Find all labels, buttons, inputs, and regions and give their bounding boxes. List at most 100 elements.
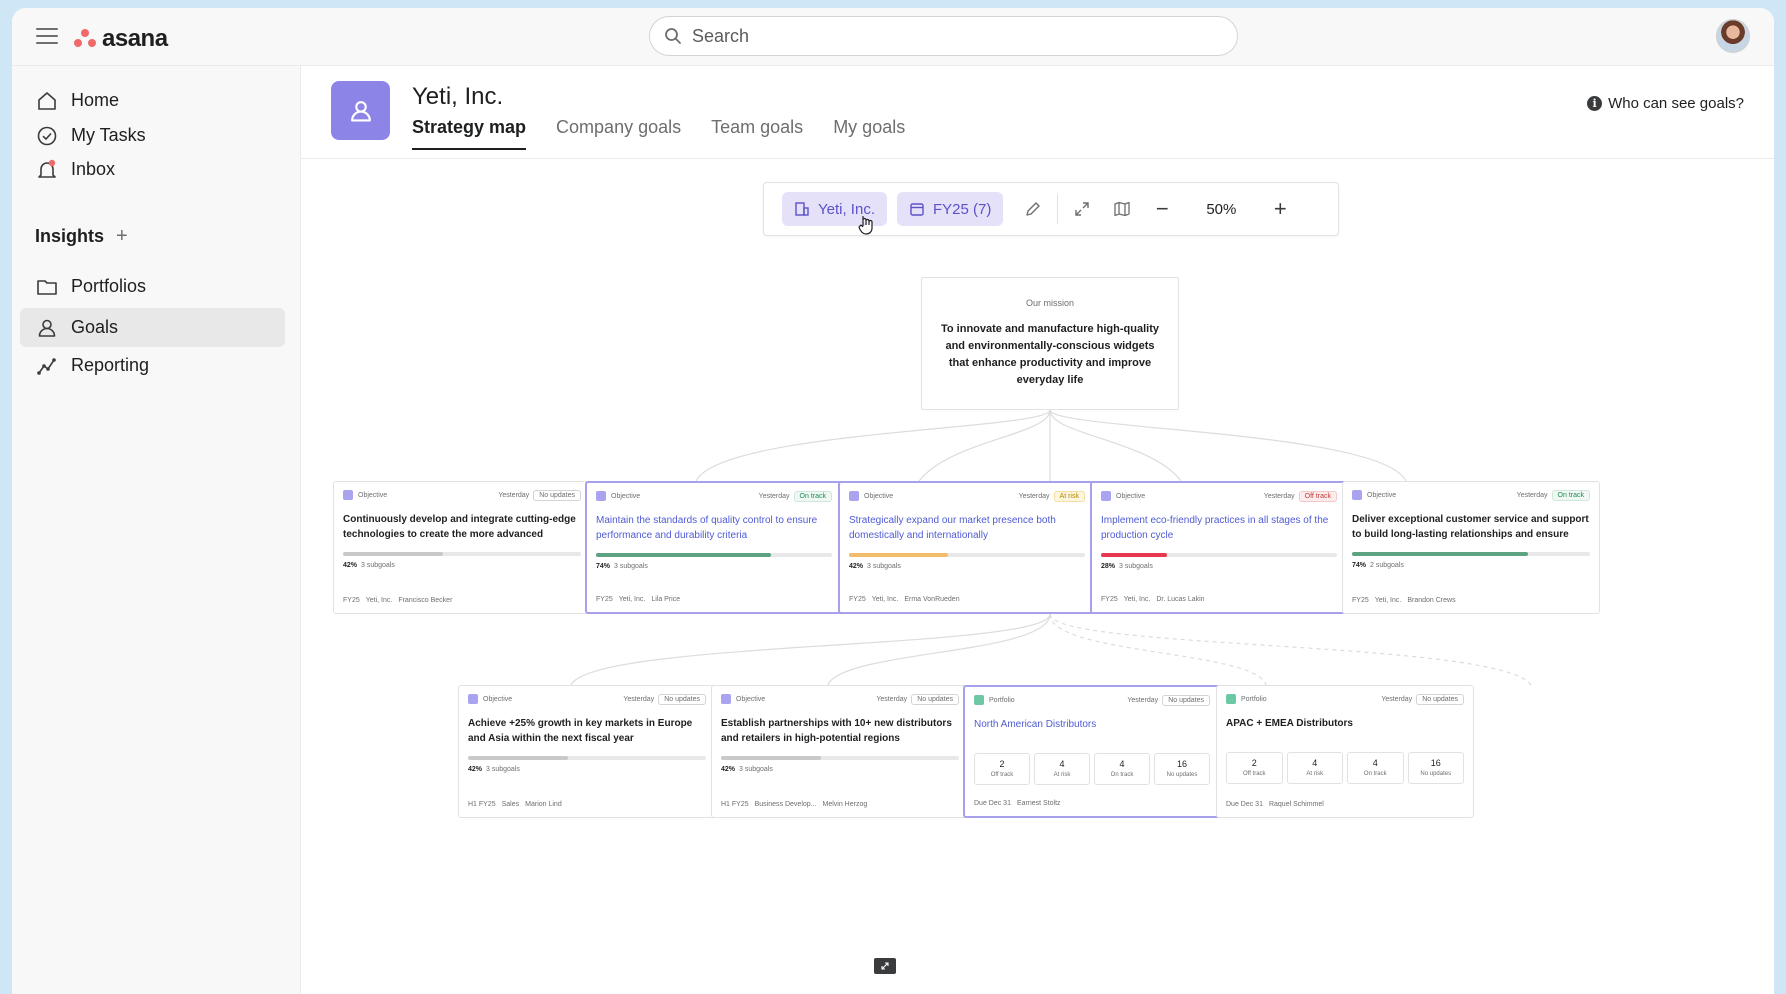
goal-owner: Marion Lind	[525, 801, 562, 808]
goal-period: H1 FY25	[468, 801, 496, 808]
sidebar-item-portfolios[interactable]: Portfolios	[20, 267, 285, 306]
tab-team-goals[interactable]: Team goals	[711, 111, 803, 150]
objective-icon	[1101, 491, 1111, 501]
goal-period: FY25	[596, 596, 613, 603]
sidebar-item-home[interactable]: Home	[20, 81, 285, 120]
chart-line-icon	[35, 354, 59, 378]
tab-my-goals[interactable]: My goals	[833, 111, 905, 150]
progress-fill	[849, 553, 949, 557]
expand-button[interactable]	[1062, 192, 1102, 226]
insights-label: Insights	[35, 226, 105, 246]
stat-label: On track	[1110, 772, 1134, 778]
sidebar-item-label: Inbox	[71, 159, 116, 179]
goal-card[interactable]: Objective Yesterday Off track Implement eco…	[1090, 481, 1348, 614]
asana-logo-icon	[74, 29, 96, 49]
status-badge: No updates	[1416, 693, 1464, 705]
card-footer: FY25 Yeti, Inc. Dr. Lucas Lakin	[1101, 596, 1205, 603]
portfolio-owner: Raquel Schimmel	[1268, 801, 1324, 808]
goal-period: H1 FY25	[721, 801, 749, 808]
collapse-branch-button[interactable]	[874, 958, 896, 974]
goal-owner: Lila Price	[651, 596, 681, 603]
subgoal-count: 3 subgoals	[739, 766, 773, 773]
insights-section-header: Insights +	[35, 225, 128, 248]
search-bar[interactable]	[649, 16, 1238, 56]
stat-box: 16 No updates	[1154, 753, 1210, 785]
zoom-out-button[interactable]: −	[1142, 192, 1182, 226]
map-icon	[1114, 201, 1130, 217]
sidebar-item-reporting[interactable]: Reporting	[20, 346, 285, 385]
connector-line	[570, 613, 1051, 686]
app-window: asana Home My Tasks Inbox Insights + Por…	[12, 8, 1774, 994]
hamburger-menu-icon[interactable]	[36, 28, 58, 46]
goal-card[interactable]: Objective Yesterday No updates Achieve +25%…	[458, 685, 716, 818]
period-filter-chip[interactable]: FY25 (7)	[896, 192, 1004, 226]
stat-number: 4	[1312, 758, 1318, 768]
portfolio-card[interactable]: Portfolio Yesterday No updates North Americ…	[963, 685, 1221, 818]
stat-box: 2 Off track	[1226, 752, 1283, 784]
info-icon: i	[1587, 96, 1603, 111]
card-footer: H1 FY25 Sales Marion Lind	[468, 801, 562, 808]
card-footer: FY25 Yeti, Inc. Brandon Crews	[1352, 597, 1456, 604]
stat-label: No updates	[1420, 771, 1452, 777]
collapse-icon	[881, 962, 889, 970]
map-view-button[interactable]	[1102, 192, 1142, 226]
goal-team: Yeti, Inc.	[871, 596, 899, 603]
tab-company-goals[interactable]: Company goals	[556, 111, 681, 150]
status-badge: No updates	[1162, 694, 1210, 706]
sidebar-item-goals[interactable]: Goals	[20, 308, 285, 347]
status-badge: At risk	[1053, 490, 1085, 502]
mission-card[interactable]: Our mission To innovate and manufacture …	[921, 277, 1179, 410]
progress-percent: 42%	[721, 766, 736, 773]
card-type: Objective	[483, 695, 513, 703]
card-updated-time: Yesterday	[1381, 695, 1413, 703]
sidebar-item-inbox[interactable]: Inbox	[20, 150, 285, 189]
goal-title: Deliver exceptional customer service and…	[1352, 514, 1589, 540]
objective-icon	[596, 491, 606, 501]
search-input[interactable]	[692, 25, 1192, 47]
card-header: Objective Yesterday On track	[596, 489, 832, 503]
goal-card[interactable]: Objective Yesterday On track Maintain the s…	[585, 481, 843, 614]
user-avatar[interactable]	[1716, 19, 1750, 53]
period-chip-label: FY25 (7)	[932, 200, 992, 218]
edit-map-button[interactable]	[1013, 192, 1053, 226]
progress-percent: 74%	[596, 563, 611, 570]
card-updated-time: Yesterday	[1263, 492, 1295, 500]
goal-card[interactable]: Objective Yesterday At risk Strategically e…	[838, 481, 1096, 614]
progress-fill	[1352, 552, 1529, 556]
goal-card[interactable]: Objective Yesterday No updates Continuously…	[333, 481, 591, 614]
card-type: Portfolio	[1241, 695, 1267, 703]
goal-team: Business Develop...	[754, 801, 817, 808]
status-badge: On track	[1551, 489, 1590, 501]
card-type: Objective	[1367, 491, 1397, 499]
goal-period: FY25	[849, 596, 866, 603]
zoom-level: 50%	[1206, 200, 1237, 218]
who-can-see-goals-link[interactable]: i Who can see goals?	[1587, 95, 1744, 112]
stat-label: On track	[1363, 771, 1387, 777]
card-header: Portfolio Yesterday No updates	[974, 693, 1210, 707]
progress-fill	[343, 552, 443, 556]
subgoal-count: 3 subgoals	[867, 563, 901, 570]
toolbar-divider	[1057, 194, 1059, 224]
folder-icon	[35, 275, 59, 299]
portfolio-card[interactable]: Portfolio Yesterday No updates APAC + EMEA …	[1216, 685, 1474, 818]
page-header: Yeti, Inc. Strategy map Company goals Te…	[301, 66, 1774, 159]
sidebar-item-label: My Tasks	[71, 125, 146, 145]
card-footer: FY25 Yeti, Inc. Francisco Becker	[343, 597, 452, 604]
add-insight-button[interactable]: +	[116, 225, 128, 248]
subgoal-count: 2 subgoals	[1370, 562, 1404, 569]
card-updated-time: Yesterday	[1127, 696, 1159, 704]
goal-card[interactable]: Objective Yesterday No updates Establish pa…	[711, 685, 969, 818]
page-title: Yeti, Inc.	[412, 83, 504, 110]
card-type: Objective	[864, 492, 894, 500]
zoom-in-button[interactable]: +	[1260, 192, 1300, 226]
progress-bar	[1352, 552, 1590, 556]
status-badge: No updates	[911, 693, 959, 705]
sidebar-item-label: Reporting	[71, 355, 150, 375]
objective-icon	[721, 694, 731, 704]
card-type: Objective	[736, 695, 766, 703]
strategy-map-canvas[interactable]: Yeti, Inc. FY25 (7) − 50% + Our mission …	[301, 160, 1774, 994]
goal-card[interactable]: Objective Yesterday On track Deliver except…	[1342, 481, 1600, 614]
card-updated-time: Yesterday	[623, 695, 655, 703]
tab-strategy-map[interactable]: Strategy map	[412, 111, 527, 150]
asana-logo[interactable]: asana	[74, 25, 168, 53]
